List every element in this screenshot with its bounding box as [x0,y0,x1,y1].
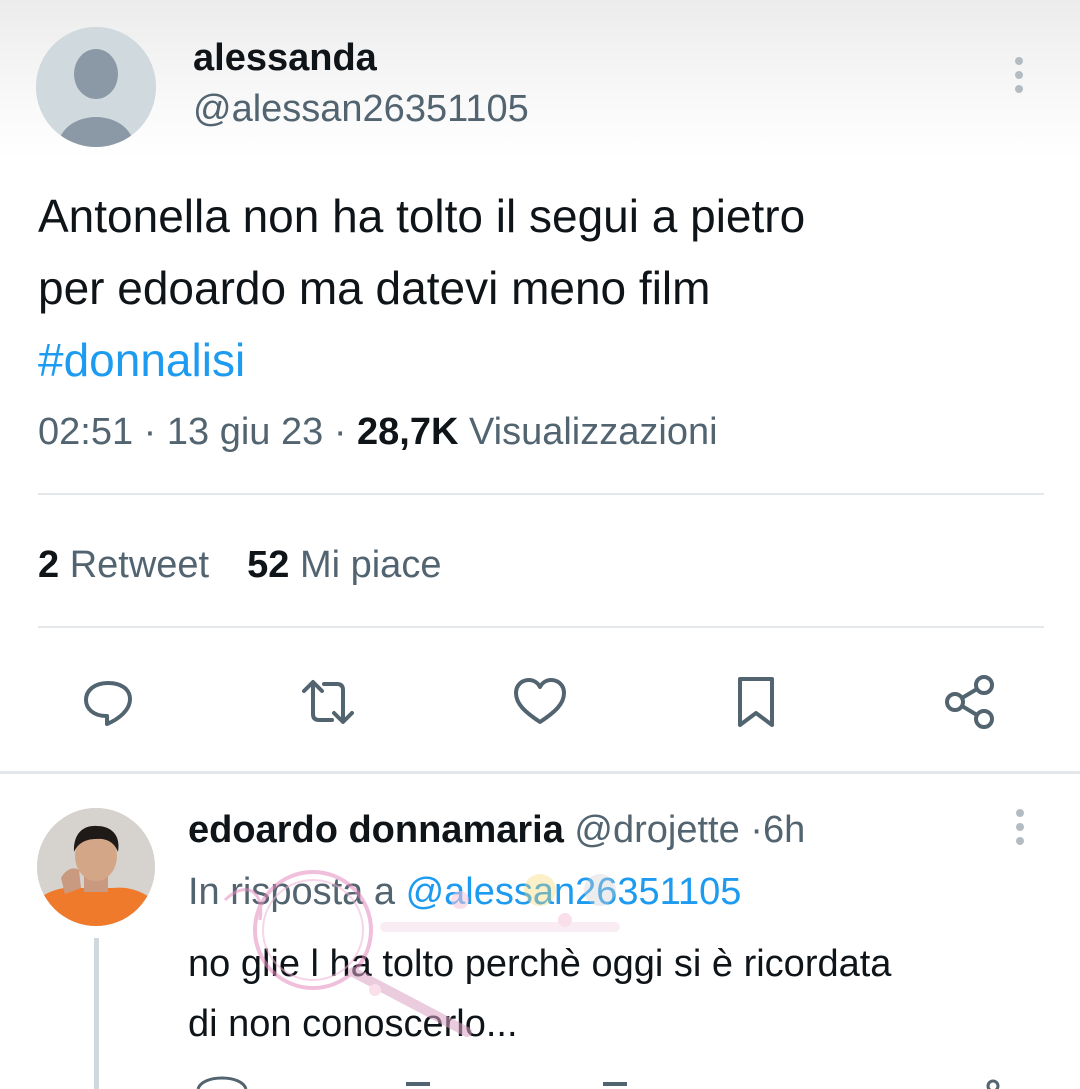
share-icon [945,675,994,729]
reply-header: edoardo donnamaria @drojette ·6h [188,806,805,854]
views-label: Visualizzazioni [469,411,718,453]
bookmark-button[interactable] [726,672,786,732]
hashtag-link[interactable]: #donnalisi [38,324,1048,396]
retweets-count: 2 [38,544,60,586]
divider [38,626,1044,628]
author-avatar[interactable] [36,27,156,147]
reply-avatar[interactable] [37,808,155,926]
retweet-icon [302,680,354,724]
likes-stat[interactable]: 52 Mi piace [247,544,441,586]
reply-author-handle[interactable]: @drojette [574,809,739,851]
reply-text-line: di non conoscerlo... [188,1003,518,1045]
like-button[interactable] [510,672,570,732]
meta-separator: · [750,809,763,851]
header-background [0,0,1080,160]
tweet-meta: 02:51 · 13 giu 23 · 28,7K Visualizzazion… [38,406,718,458]
thread-line [94,938,99,1089]
meta-separator: · [333,411,347,453]
default-avatar-icon [36,27,156,147]
in-reply-to: In risposta a @alessan26351105 [188,866,741,918]
next-action-bar-peek [196,1076,1000,1089]
author-handle[interactable]: @alessan26351105 [193,86,529,132]
likes-label: Mi piace [299,544,442,586]
in-reply-prefix: In risposta a [188,871,395,913]
reply-button[interactable] [78,672,138,732]
tweet-time[interactable]: 02:51 [38,411,133,453]
reply-more-options-icon[interactable] [1005,806,1035,850]
like-icon [514,678,566,724]
reply-icon [84,681,132,726]
bookmark-icon [738,677,774,727]
tweet-date[interactable]: 13 giu 23 [167,411,323,453]
reply-author-name[interactable]: edoardo donnamaria [188,809,564,851]
engagement-stats: 2 Retweet 52 Mi piace [38,540,441,590]
views-count: 28,7K [357,411,459,453]
tweet-text-line: Antonella non ha tolto il segui a pietro [38,190,806,242]
mention-link[interactable]: @alessan26351105 [406,871,742,913]
retweet-button[interactable] [298,672,358,732]
section-divider [0,771,1080,774]
likes-count: 52 [247,544,290,586]
retweets-label: Retweet [69,544,210,586]
more-options-icon[interactable] [1004,54,1034,98]
reply-text-line: no glie l ha tolto perchè oggi si è rico… [188,943,892,985]
meta-separator: · [143,411,157,453]
author-name[interactable]: alessanda [193,36,377,80]
reply-text: no glie l ha tolto perchè oggi si è rico… [188,934,1058,1054]
share-button[interactable] [940,672,1000,732]
reply-age[interactable]: 6h [763,809,805,851]
tweet-text: Antonella non ha tolto il segui a pietro… [38,180,1048,396]
retweets-stat[interactable]: 2 Retweet [38,544,209,586]
tweet-text-line: per edoardo ma datevi meno film [38,262,711,314]
profile-photo [37,808,155,926]
divider [38,493,1044,495]
